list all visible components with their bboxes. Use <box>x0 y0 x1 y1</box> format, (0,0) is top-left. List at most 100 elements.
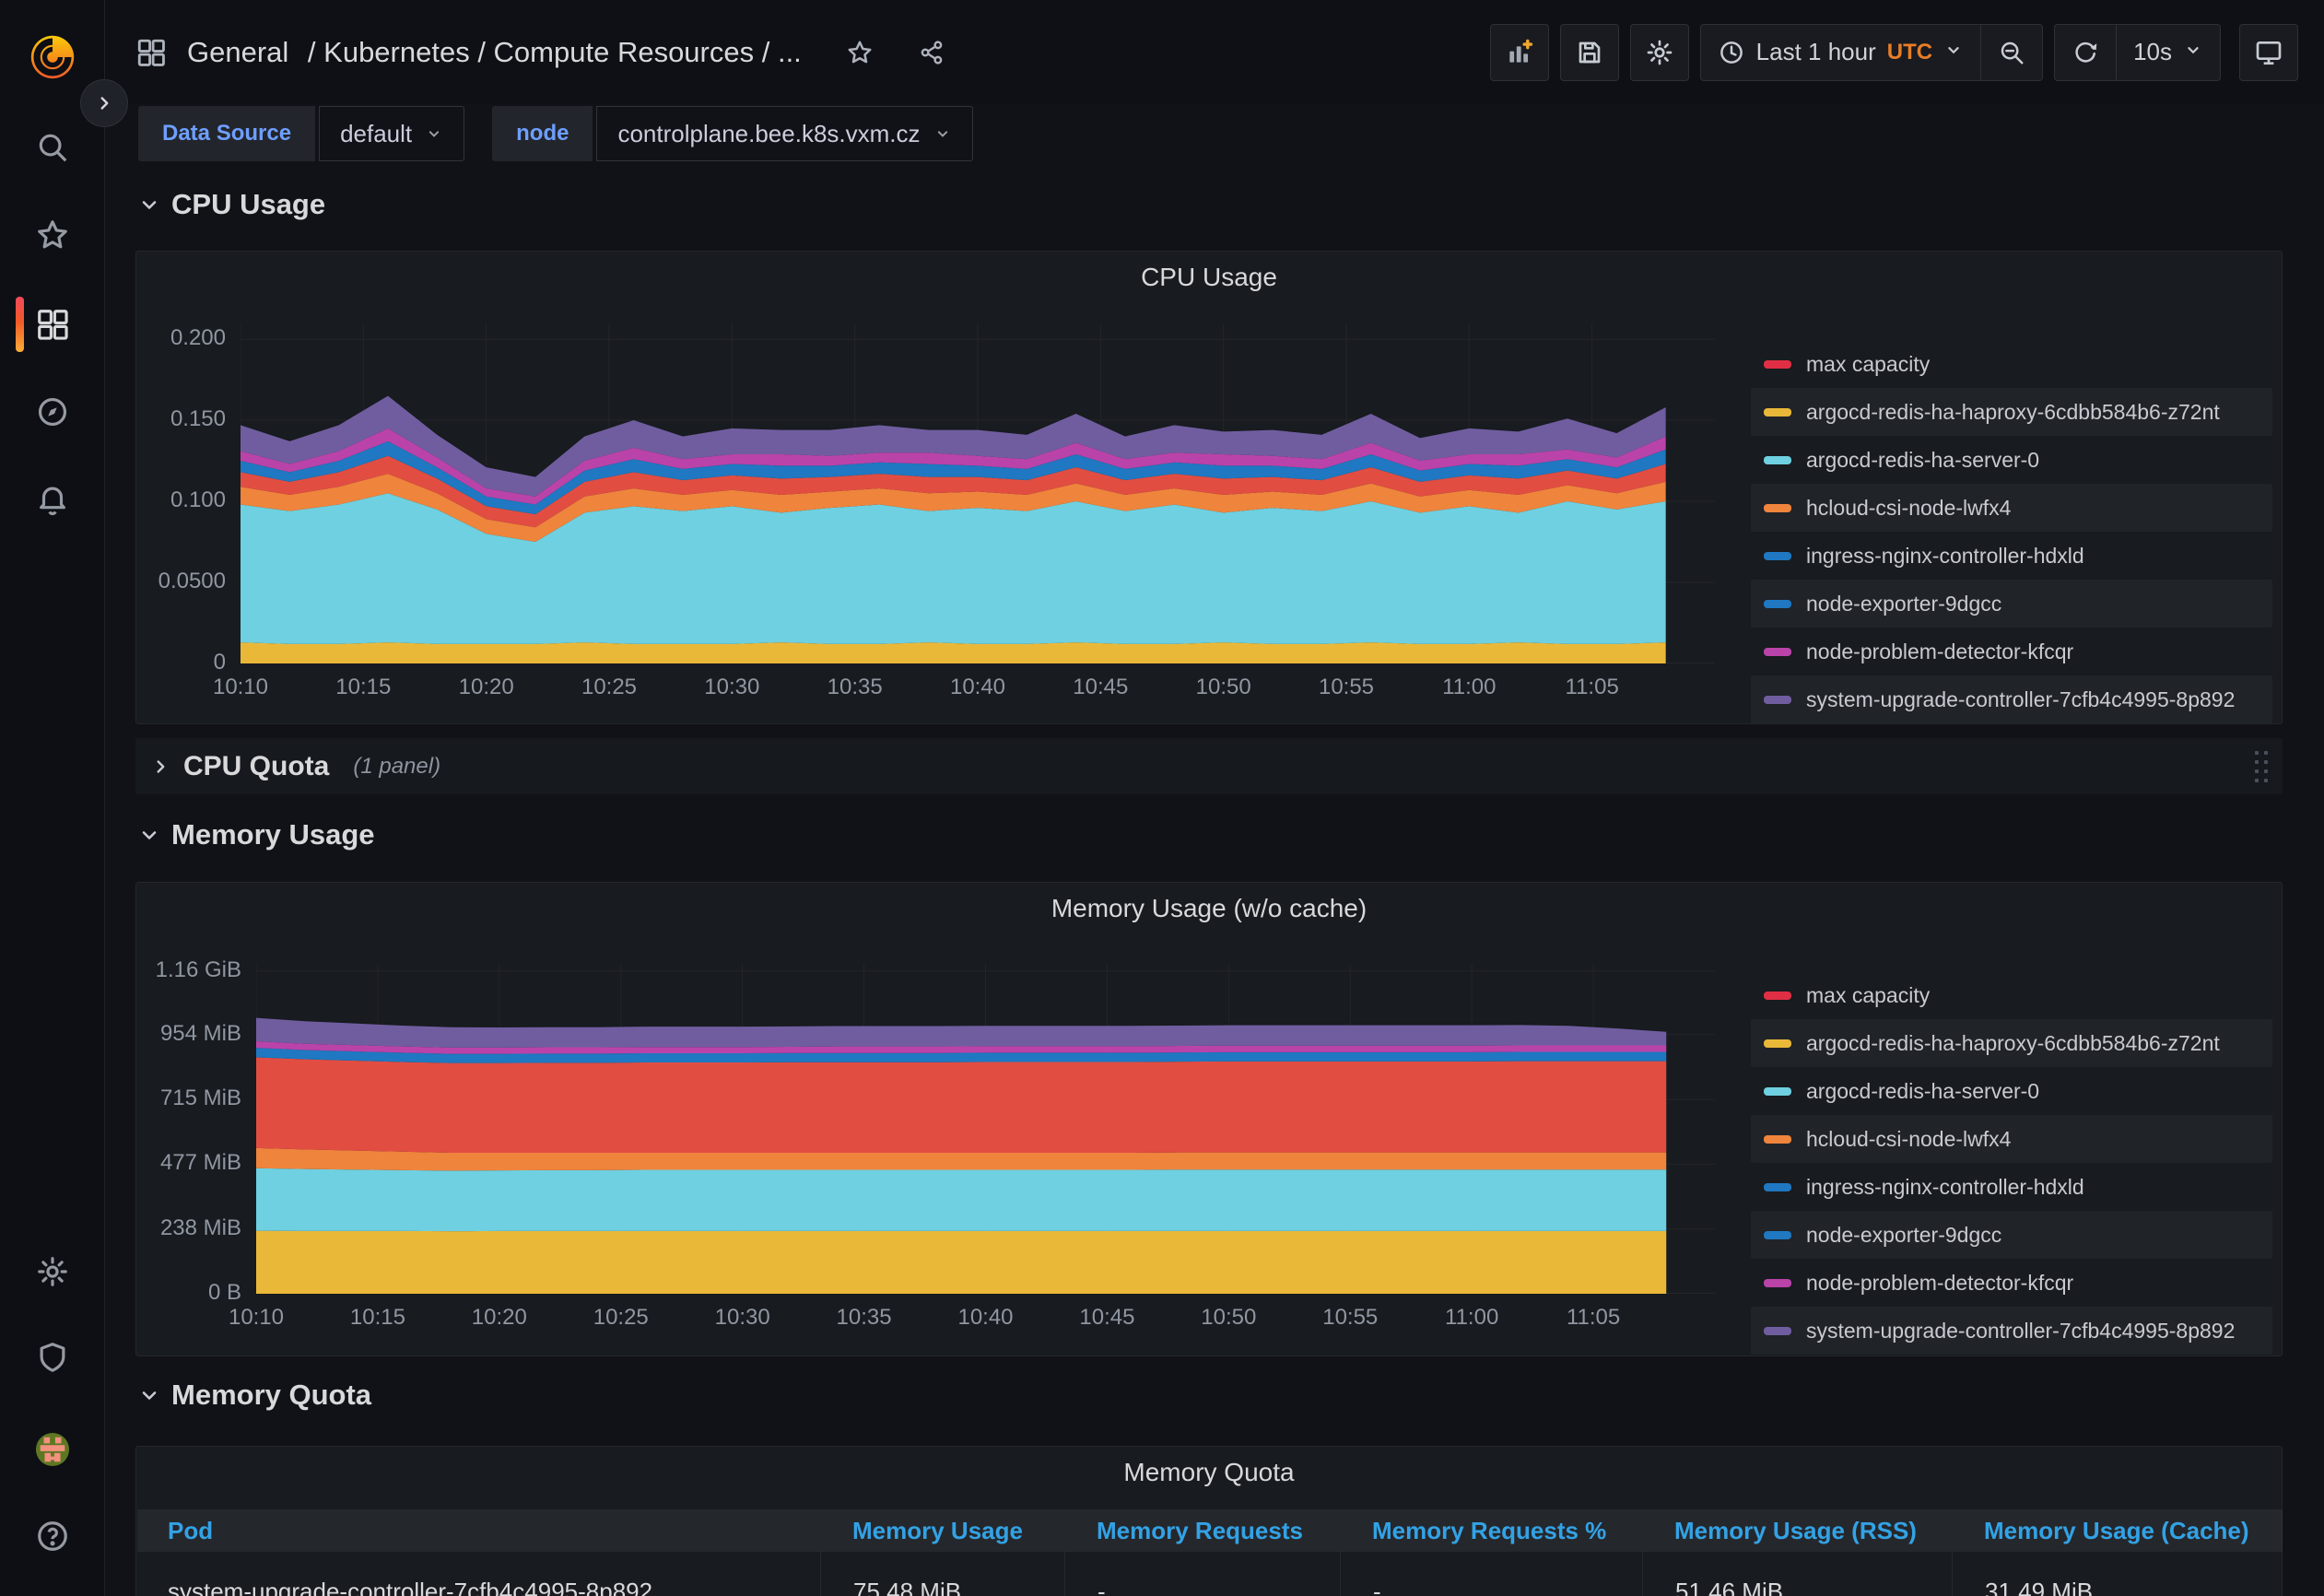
clock-icon <box>1718 39 1745 66</box>
alerting-bell-icon[interactable] <box>0 466 105 533</box>
table-column-header[interactable]: Pod <box>137 1517 820 1545</box>
grafana-dashboard: General / Kubernetes / Compute Resources… <box>0 0 2324 1596</box>
chevron-down-icon <box>1943 38 1964 66</box>
legend-item[interactable]: system-upgrade-controller-7cfb4c4995-8p8… <box>1751 675 2272 723</box>
legend-label: node-exporter-9dgcc <box>1806 1223 2001 1248</box>
legend-item[interactable]: argocd-redis-ha-haproxy-6cdbb584b6-z72nt <box>1751 1019 2272 1067</box>
section-header-cpu-quota[interactable]: CPU Quota (1 panel) <box>135 738 2283 794</box>
settings-gear-icon[interactable] <box>0 1238 105 1305</box>
legend-label: system-upgrade-controller-7cfb4c4995-8p8… <box>1806 687 2235 712</box>
legend-item[interactable]: argocd-redis-ha-haproxy-6cdbb584b6-z72nt <box>1751 388 2272 436</box>
grafana-logo-icon[interactable] <box>26 30 79 84</box>
cpu-usage-panel: CPU Usage 00.05000.1000.1500.20010:1010:… <box>135 251 2283 724</box>
time-picker-group: Last 1 hour UTC <box>1700 24 2043 81</box>
table-column-header[interactable]: Memory Requests <box>1064 1517 1340 1545</box>
table-column-header[interactable]: Memory Usage (RSS) <box>1642 1517 1952 1545</box>
x-axis-tick-label: 10:45 <box>1051 1305 1162 1331</box>
x-axis-tick-label: 10:45 <box>1045 675 1156 700</box>
x-axis-tick-label: 11:00 <box>1414 675 1524 700</box>
timezone-label: UTC <box>1887 40 1932 65</box>
memory-quota-panel: Memory Quota PodMemory UsageMemory Reque… <box>135 1446 2283 1596</box>
table-cell: - <box>1064 1552 1340 1596</box>
refresh-group: 10s <box>2054 24 2221 81</box>
legend-item[interactable]: max capacity <box>1751 971 2272 1019</box>
table-column-header[interactable]: Memory Usage <box>820 1517 1064 1545</box>
add-panel-button[interactable] <box>1490 24 1549 81</box>
refresh-button[interactable] <box>2055 25 2116 80</box>
x-axis-tick-label: 10:20 <box>431 675 542 700</box>
legend-item[interactable]: system-upgrade-controller-7cfb4c4995-8p8… <box>1751 1307 2272 1355</box>
y-axis-tick-label: 477 MiB <box>136 1150 241 1176</box>
panel-title[interactable]: Memory Usage (w/o cache) <box>136 894 2282 923</box>
chevron-down-icon <box>138 194 160 216</box>
kiosk-mode-button[interactable] <box>2239 24 2298 81</box>
section-header-memory-quota[interactable]: Memory Quota <box>138 1375 371 1415</box>
explore-compass-icon[interactable] <box>0 379 105 445</box>
star-dashboard-icon[interactable] <box>846 39 874 66</box>
y-axis-tick-label: 0 B <box>136 1280 241 1306</box>
help-icon[interactable] <box>0 1503 105 1569</box>
legend-label: ingress-nginx-controller-hdxld <box>1806 544 2084 569</box>
table-column-header[interactable]: Memory Requests % <box>1340 1517 1642 1545</box>
legend-item[interactable]: ingress-nginx-controller-hdxld <box>1751 1163 2272 1211</box>
user-avatar[interactable] <box>0 1416 105 1483</box>
section-header-cpu-usage[interactable]: CPU Usage <box>138 184 325 225</box>
breadcrumb[interactable]: General / Kubernetes / Compute Resources… <box>187 36 802 69</box>
share-icon[interactable] <box>918 39 945 66</box>
legend-color-swatch <box>1764 1279 1791 1287</box>
drag-handle[interactable] <box>2255 751 2268 782</box>
x-axis-tick-label: 10:30 <box>687 1305 798 1331</box>
search-icon[interactable] <box>0 114 105 181</box>
table-header-row: PodMemory UsageMemory RequestsMemory Req… <box>137 1509 2283 1552</box>
chevron-down-icon <box>425 124 443 143</box>
dashboard-header: General / Kubernetes / Compute Resources… <box>105 0 2324 104</box>
sidebar-expand-button[interactable] <box>80 79 128 127</box>
legend-item[interactable]: node-problem-detector-kfcqr <box>1751 628 2272 675</box>
x-axis-tick-label: 10:35 <box>800 675 910 700</box>
save-dashboard-button[interactable] <box>1560 24 1619 81</box>
legend-item[interactable]: hcloud-csi-node-lwfx4 <box>1751 484 2272 532</box>
legend-item[interactable]: max capacity <box>1751 340 2272 388</box>
legend-color-swatch <box>1764 456 1791 464</box>
x-axis-tick-label: 10:25 <box>554 675 664 700</box>
chart-plot-area[interactable] <box>256 964 1715 1294</box>
refresh-interval-picker[interactable]: 10s <box>2116 25 2220 80</box>
dashboard-settings-button[interactable] <box>1630 24 1689 81</box>
chart-plot-area[interactable] <box>241 323 1715 663</box>
table-row[interactable]: system-upgrade-controller-7cfb4c4995-8p8… <box>137 1552 2283 1596</box>
table-column-header[interactable]: Memory Usage (Cache) <box>1952 1517 2283 1545</box>
legend-label: node-problem-detector-kfcqr <box>1806 640 2073 664</box>
legend-item[interactable]: ingress-nginx-controller-hdxld <box>1751 532 2272 580</box>
datasource-variable-select[interactable]: default <box>319 106 464 161</box>
node-variable-select[interactable]: controlplane.bee.k8s.vxm.cz <box>596 106 972 161</box>
y-axis-tick-label: 1.16 GiB <box>136 957 241 983</box>
x-axis-tick-label: 10:40 <box>922 675 1033 700</box>
x-axis-tick-label: 10:20 <box>444 1305 555 1331</box>
legend-color-swatch <box>1764 408 1791 417</box>
sidebar <box>0 0 105 1596</box>
legend-color-swatch <box>1764 1039 1791 1048</box>
server-admin-shield-icon[interactable] <box>0 1324 105 1391</box>
legend-item[interactable]: node-problem-detector-kfcqr <box>1751 1259 2272 1307</box>
chevron-down-icon <box>933 124 952 143</box>
panel-title[interactable]: Memory Quota <box>136 1458 2282 1487</box>
panel-title[interactable]: CPU Usage <box>136 263 2282 292</box>
starred-icon[interactable] <box>0 202 105 268</box>
y-axis-tick-label: 0 <box>136 650 226 675</box>
chevron-right-icon <box>150 757 170 777</box>
table-cell: - <box>1340 1552 1642 1596</box>
legend-item[interactable]: hcloud-csi-node-lwfx4 <box>1751 1115 2272 1163</box>
refresh-icon <box>2072 39 2099 66</box>
series-argocd-redis-ha-haproxy-6cdbb584b6-z72nt <box>241 642 1666 663</box>
section-header-memory-usage[interactable]: Memory Usage <box>138 815 375 855</box>
dashboard-toolbar: Last 1 hour UTC 10s <box>1490 24 2298 81</box>
legend-item[interactable]: node-exporter-9dgcc <box>1751 580 2272 628</box>
dashboards-icon[interactable] <box>0 291 105 358</box>
time-range-picker[interactable]: Last 1 hour UTC <box>1701 25 1980 80</box>
legend-item[interactable]: argocd-redis-ha-server-0 <box>1751 1067 2272 1115</box>
x-axis-tick-label: 10:35 <box>809 1305 920 1331</box>
zoom-out-time-button[interactable] <box>1980 25 2042 80</box>
legend-item[interactable]: node-exporter-9dgcc <box>1751 1211 2272 1259</box>
x-axis-tick-label: 10:15 <box>323 1305 433 1331</box>
legend-item[interactable]: argocd-redis-ha-server-0 <box>1751 436 2272 484</box>
